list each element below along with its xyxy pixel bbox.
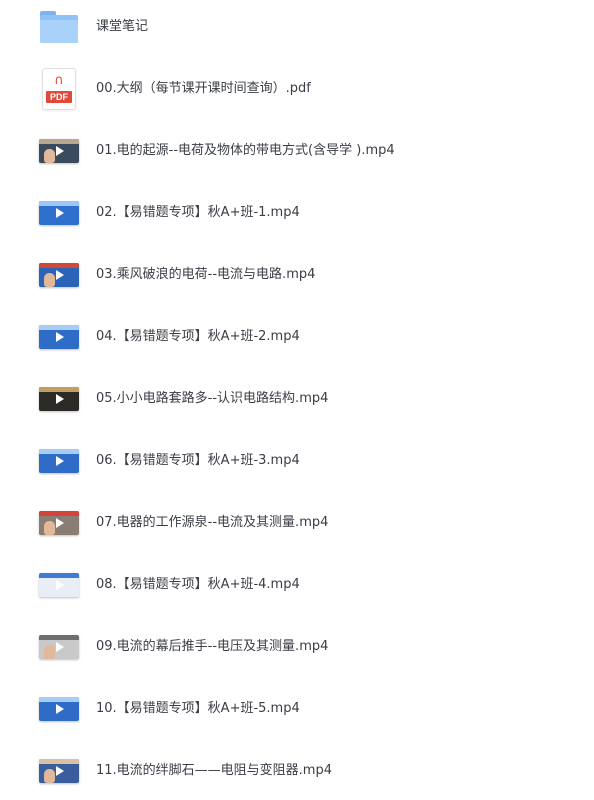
presenter-figure <box>44 273 55 287</box>
play-icon <box>56 394 64 404</box>
file-name[interactable]: 03.乘风破浪的电荷--电流与电路.mp4 <box>96 266 315 284</box>
play-icon <box>56 642 64 652</box>
video-thumbnail-icon[interactable] <box>38 502 80 544</box>
video-thumbnail <box>39 263 79 287</box>
video-thumbnail-icon[interactable] <box>38 688 80 730</box>
file-row[interactable]: 07.电器的工作源泉--电流及其测量.mp4 <box>0 497 594 549</box>
thumbnail-banner <box>39 449 79 454</box>
play-icon <box>56 146 64 156</box>
presenter-figure <box>44 645 55 659</box>
file-name[interactable]: 01.电的起源--电荷及物体的带电方式(含导学 ).mp4 <box>96 142 395 160</box>
file-row[interactable]: 02.【易错题专项】秋A+班-1.mp4 <box>0 187 594 239</box>
video-thumbnail <box>39 387 79 411</box>
presenter-figure <box>44 521 55 535</box>
play-icon <box>56 518 64 528</box>
pdf-icon[interactable]: ∩ PDF <box>38 68 80 110</box>
file-row[interactable]: 08.【易错题专项】秋A+班-4.mp4 <box>0 559 594 611</box>
file-row[interactable]: ∩ PDF 00.大纲（每节课开课时间查询）.pdf <box>0 63 594 115</box>
video-thumbnail-icon[interactable] <box>38 316 80 358</box>
file-name[interactable]: 07.电器的工作源泉--电流及其测量.mp4 <box>96 514 328 532</box>
video-thumbnail <box>39 325 79 349</box>
video-thumbnail <box>39 573 79 597</box>
thumbnail-banner <box>39 263 79 268</box>
play-icon <box>56 332 64 342</box>
video-thumbnail-icon[interactable] <box>38 192 80 234</box>
file-name[interactable]: 04.【易错题专项】秋A+班-2.mp4 <box>96 328 300 346</box>
video-thumbnail <box>39 201 79 225</box>
thumbnail-banner <box>39 573 79 578</box>
acrobat-glyph-icon: ∩ <box>54 73 64 88</box>
file-row[interactable]: 10.【易错题专项】秋A+班-5.mp4 <box>0 683 594 735</box>
presenter-figure <box>44 149 55 163</box>
thumbnail-banner <box>39 697 79 702</box>
file-name[interactable]: 02.【易错题专项】秋A+班-1.mp4 <box>96 204 300 222</box>
thumbnail-banner <box>39 139 79 144</box>
file-name[interactable]: 06.【易错题专项】秋A+班-3.mp4 <box>96 452 300 470</box>
play-icon <box>56 580 64 590</box>
video-thumbnail <box>39 635 79 659</box>
file-name[interactable]: 09.电流的幕后推手--电压及其测量.mp4 <box>96 638 328 656</box>
file-row[interactable]: 06.【易错题专项】秋A+班-3.mp4 <box>0 435 594 487</box>
folder-shape <box>40 11 78 43</box>
play-icon <box>56 704 64 714</box>
file-name[interactable]: 11.电流的绊脚石——电阻与变阻器.mp4 <box>96 762 332 780</box>
thumbnail-banner <box>39 201 79 206</box>
video-thumbnail <box>39 139 79 163</box>
thumbnail-banner <box>39 759 79 764</box>
thumbnail-banner <box>39 635 79 640</box>
video-thumbnail-icon[interactable] <box>38 564 80 606</box>
file-name[interactable]: 课堂笔记 <box>96 18 148 36</box>
file-name[interactable]: 10.【易错题专项】秋A+班-5.mp4 <box>96 700 300 718</box>
play-icon <box>56 208 64 218</box>
file-name[interactable]: 08.【易错题专项】秋A+班-4.mp4 <box>96 576 300 594</box>
pdf-badge: PDF <box>46 91 72 103</box>
file-row[interactable]: 01.电的起源--电荷及物体的带电方式(含导学 ).mp4 <box>0 125 594 177</box>
file-name[interactable]: 05.小小电路套路多--认识电路结构.mp4 <box>96 390 328 408</box>
folder-icon[interactable] <box>38 6 80 48</box>
video-thumbnail <box>39 511 79 535</box>
video-thumbnail-icon[interactable] <box>38 130 80 172</box>
play-icon <box>56 270 64 280</box>
video-thumbnail-icon[interactable] <box>38 440 80 482</box>
thumbnail-banner <box>39 511 79 516</box>
file-name[interactable]: 00.大纲（每节课开课时间查询）.pdf <box>96 80 311 98</box>
thumbnail-banner <box>39 387 79 392</box>
file-list: 课堂笔记 ∩ PDF 00.大纲（每节课开课时间查询）.pdf 01.电的起源--电荷及… <box>0 0 594 800</box>
video-thumbnail-icon[interactable] <box>38 254 80 296</box>
play-icon <box>56 456 64 466</box>
presenter-figure <box>44 769 55 783</box>
video-thumbnail <box>39 697 79 721</box>
video-thumbnail <box>39 449 79 473</box>
file-row[interactable]: 03.乘风破浪的电荷--电流与电路.mp4 <box>0 249 594 301</box>
thumbnail-banner <box>39 325 79 330</box>
file-row[interactable]: 09.电流的幕后推手--电压及其测量.mp4 <box>0 621 594 673</box>
file-row[interactable]: 11.电流的绊脚石——电阻与变阻器.mp4 <box>0 745 594 797</box>
video-thumbnail-icon[interactable] <box>38 750 80 792</box>
play-icon <box>56 766 64 776</box>
video-thumbnail-icon[interactable] <box>38 626 80 668</box>
file-row[interactable]: 04.【易错题专项】秋A+班-2.mp4 <box>0 311 594 363</box>
pdf-document-shape: ∩ PDF <box>42 68 76 110</box>
video-thumbnail-icon[interactable] <box>38 378 80 420</box>
folder-row[interactable]: 课堂笔记 <box>0 1 594 53</box>
video-thumbnail <box>39 759 79 783</box>
file-row[interactable]: 05.小小电路套路多--认识电路结构.mp4 <box>0 373 594 425</box>
